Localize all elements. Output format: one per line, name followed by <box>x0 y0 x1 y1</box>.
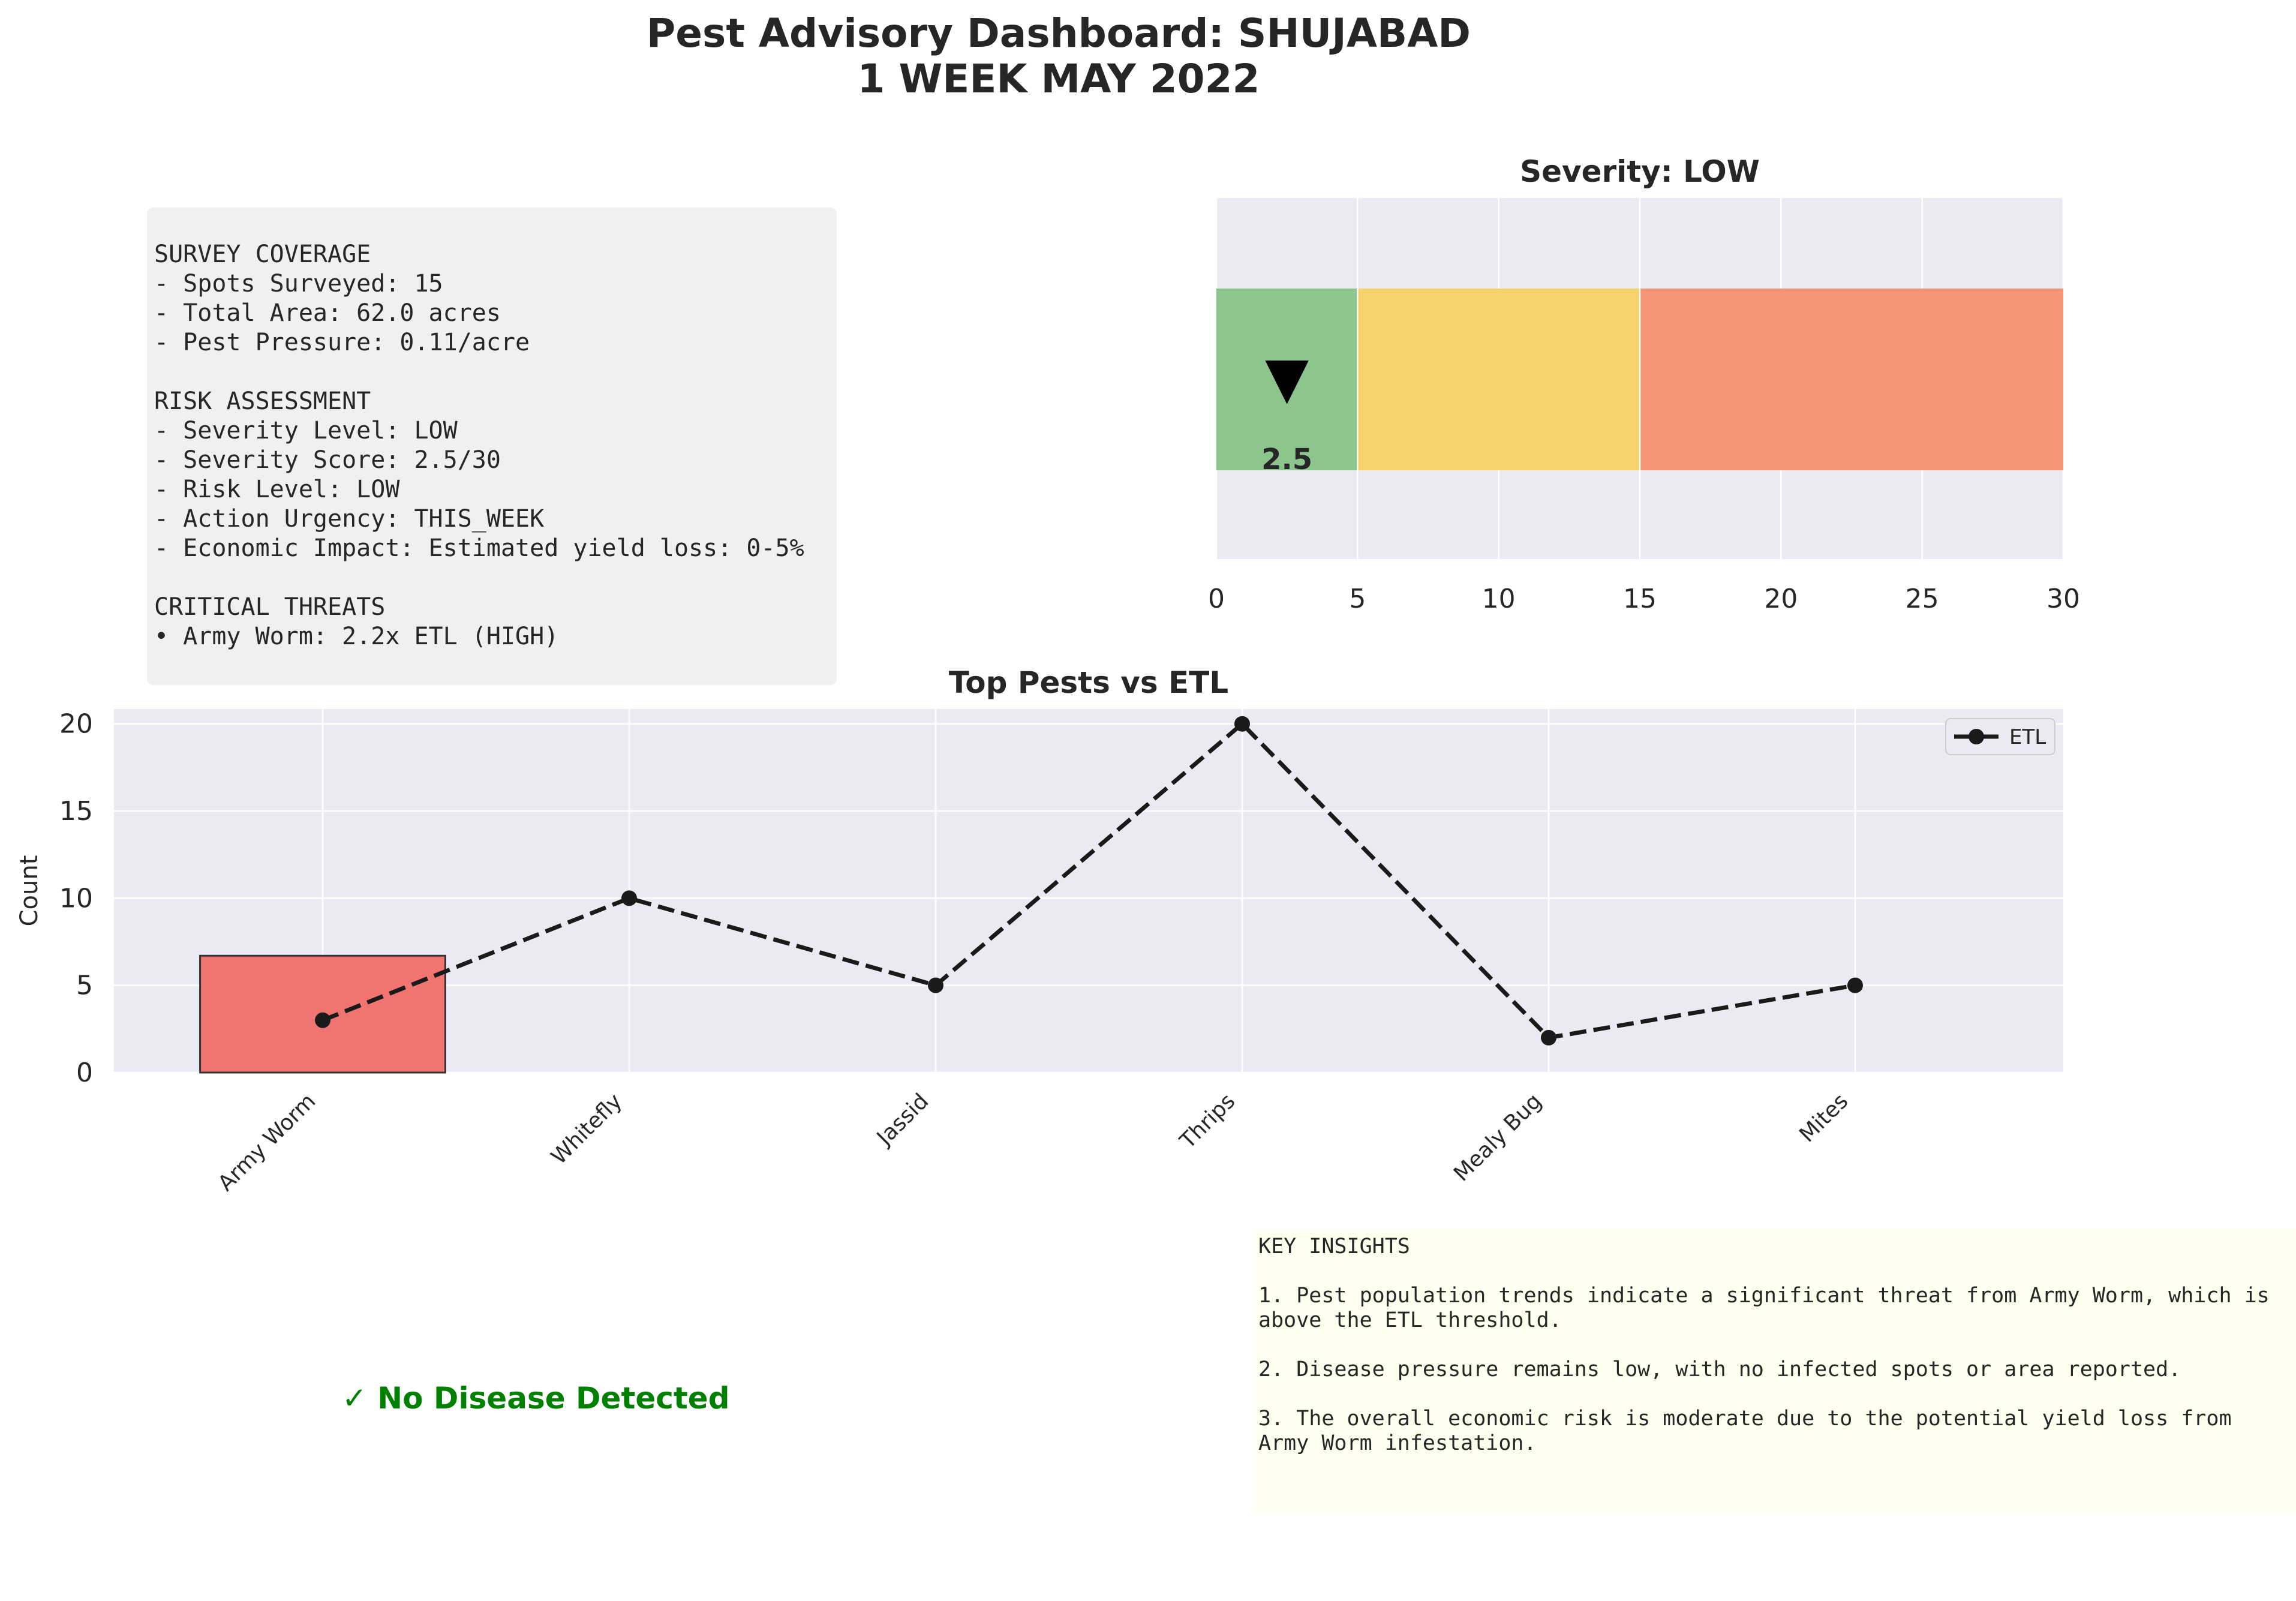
insights-text: KEY INSIGHTS 1. Pest population trends i… <box>1258 1234 2270 1455</box>
gauge-tick-label-2: 10 <box>1482 584 1516 614</box>
pests-y-tick-label-2: 10 <box>59 883 93 914</box>
etl-point-4 <box>1541 1029 1556 1046</box>
pests-x-tick-label-4: Mealy Bug <box>1449 1089 1546 1186</box>
pests-y-tick-label-1: 5 <box>76 971 93 1001</box>
gauge-tick-label-6: 30 <box>2046 584 2080 614</box>
gauge-tick-label-5: 25 <box>1906 584 1939 614</box>
pests-y-tick-label-0: 0 <box>76 1058 93 1088</box>
legend-etl-label: ETL <box>2009 725 2046 749</box>
disease-status: ✓ No Disease Detected <box>342 1381 730 1416</box>
gauge-tick-label-4: 20 <box>1764 584 1798 614</box>
gauge-tick-label-3: 15 <box>1623 584 1657 614</box>
gauge-zone-1 <box>1357 289 1640 470</box>
gauge-tick-label-0: 0 <box>1208 584 1225 614</box>
severity-marker-icon: ▼ <box>1265 345 1309 411</box>
severity-marker-value: 2.5 <box>1261 443 1312 476</box>
pests-x-tick-label-5: Mites <box>1795 1089 1853 1147</box>
etl-point-3 <box>1234 716 1250 732</box>
pests-y-axis-label: Count <box>16 855 43 927</box>
etl-point-1 <box>621 890 637 906</box>
severity-gauge-chart: ▼ 2.5 0 5 10 15 20 25 30 Severity: LOW <box>1208 154 2080 614</box>
legend-etl-marker <box>1969 729 1984 744</box>
pests-x-tick-label-0: Army Worm <box>214 1089 320 1196</box>
etl-point-0 <box>315 1012 330 1028</box>
etl-point-5 <box>1847 977 1863 993</box>
top-pests-chart: 0 5 10 15 20 Army Worm Whitefly Jassid Thrips Mea… <box>16 665 2063 1196</box>
pests-x-tick-label-2: Jassid <box>871 1089 933 1151</box>
pests-y-tick-label-3: 15 <box>59 796 93 827</box>
etl-point-2 <box>928 977 943 993</box>
pests-y-tick-label-4: 20 <box>59 709 93 740</box>
gauge-tick-label-1: 5 <box>1349 584 1366 614</box>
pests-chart-title: Top Pests vs ETL <box>949 665 1228 700</box>
pests-x-tick-label-3: Thrips <box>1175 1089 1240 1154</box>
pests-x-tick-label-1: Whitefly <box>546 1089 627 1169</box>
gauge-zone-2 <box>1640 289 2063 470</box>
gauge-title: Severity: LOW <box>1520 154 1760 189</box>
